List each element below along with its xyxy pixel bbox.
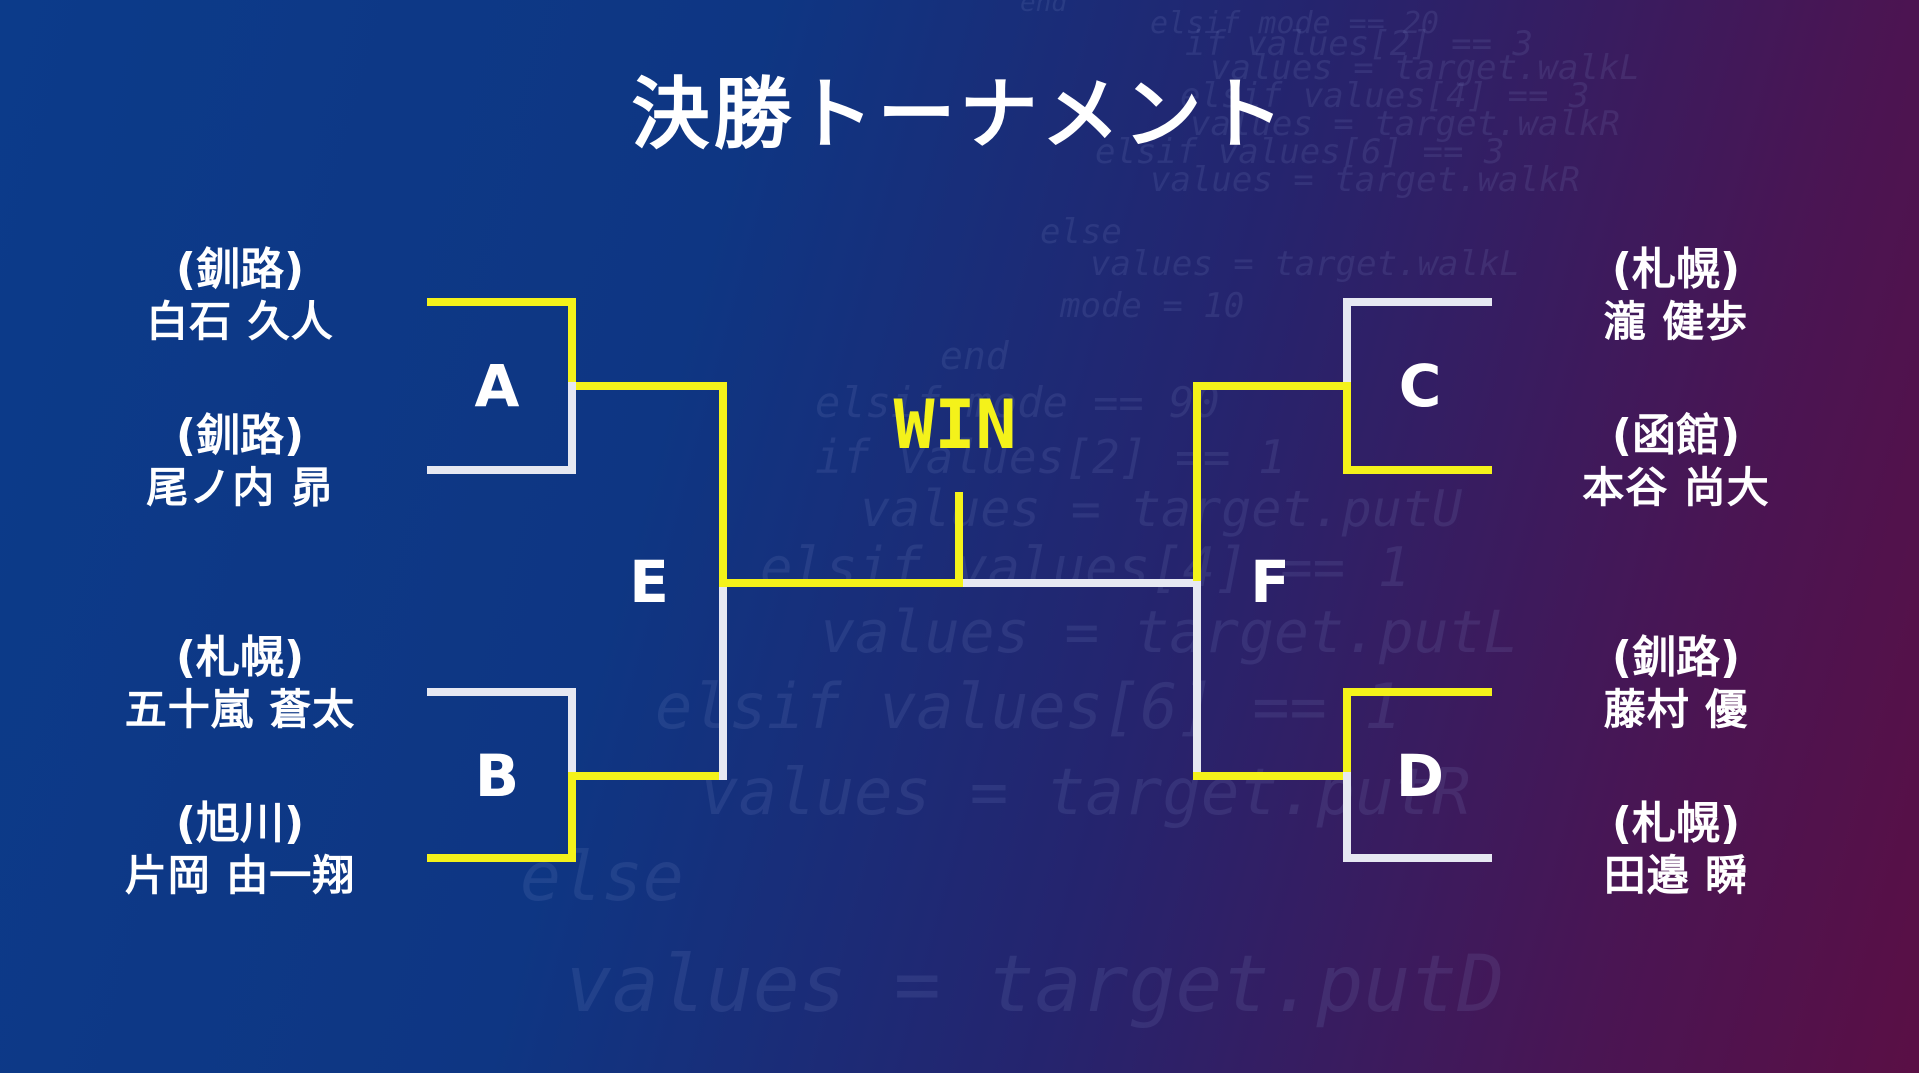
player-name: 尾ノ内 昴 (146, 462, 334, 512)
match-label-A: A (474, 352, 520, 420)
player-city: (札幌) (1611, 244, 1741, 295)
match-label-E: E (629, 548, 669, 616)
match-label-B: B (474, 742, 520, 810)
player-B1: (札幌) 五十嵐 蒼太 (110, 632, 370, 735)
player-city: (札幌) (1611, 798, 1741, 849)
player-name: 本谷 尚大 (1582, 462, 1770, 512)
player-C1: (札幌) 瀧 健歩 (1546, 244, 1806, 347)
player-city: (釧路) (175, 244, 305, 295)
match-label-C: C (1398, 352, 1442, 420)
player-city: (函館) (1611, 410, 1741, 461)
player-name: 藤村 優 (1603, 684, 1749, 734)
bracket-lines (427, 298, 1492, 862)
player-name: 白石 久人 (146, 296, 334, 346)
player-A2: (釧路) 尾ノ内 昴 (110, 410, 370, 513)
player-A1: (釧路) 白石 久人 (110, 244, 370, 347)
player-name: 五十嵐 蒼太 (124, 684, 356, 734)
player-city: (旭川) (175, 798, 305, 849)
player-name: 瀧 健歩 (1603, 296, 1749, 346)
player-D2: (札幌) 田邉 瞬 (1546, 798, 1806, 901)
player-C2: (函館) 本谷 尚大 (1546, 410, 1806, 513)
player-city: (札幌) (175, 632, 305, 683)
match-label-D: D (1395, 742, 1445, 810)
player-D1: (釧路) 藤村 優 (1546, 632, 1806, 735)
match-label-F: F (1250, 548, 1290, 616)
player-city: (釧路) (175, 410, 305, 461)
player-name: 田邉 瞬 (1603, 850, 1749, 900)
player-B2: (旭川) 片岡 由一翔 (110, 798, 370, 901)
win-label: WIN (893, 386, 1017, 465)
player-name: 片岡 由一翔 (124, 850, 356, 900)
player-city: (釧路) (1611, 632, 1741, 683)
